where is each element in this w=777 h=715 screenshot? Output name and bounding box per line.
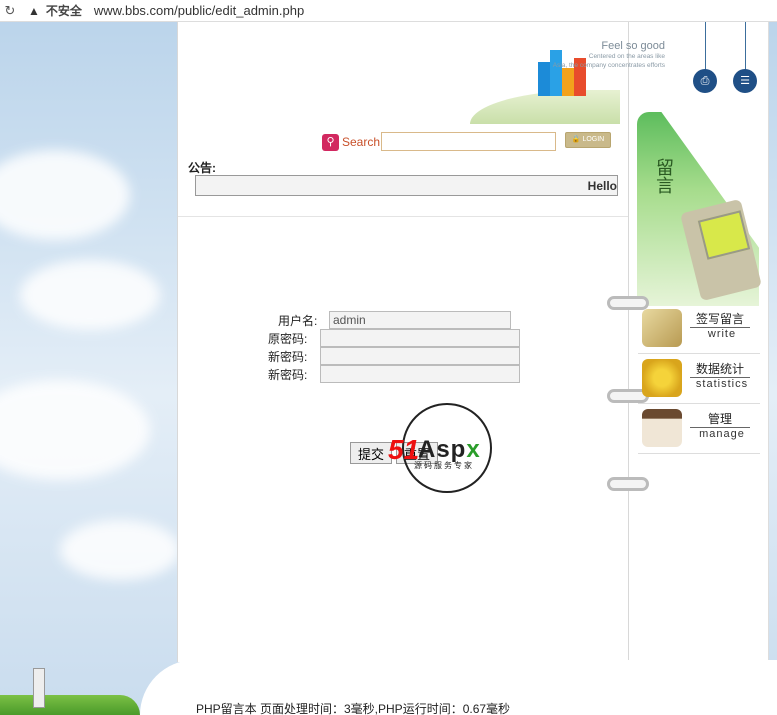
insecure-label: 不安全 [45, 4, 82, 18]
sidebar-item-sublabel: manage [699, 428, 745, 440]
notice-label: 公告: [188, 161, 216, 175]
username-label: 用户名: [278, 314, 318, 328]
binder-ring [607, 477, 649, 491]
sidebar-item-sublabel: statistics [695, 378, 749, 390]
pin-line [745, 22, 746, 70]
notice-text: Hello [587, 179, 617, 193]
watermark-asp: Asp [418, 436, 467, 463]
watermark-x: x [466, 436, 481, 463]
url-text[interactable]: www.bbs.com/public/edit_admin.php [94, 3, 304, 18]
old-password-label: 原密码: [268, 332, 308, 346]
tagline: Feel so good Centered on the areas like … [553, 40, 665, 70]
login-label: LOGIN [582, 136, 605, 143]
warning-icon: ▲ [28, 3, 40, 18]
confirm-password-field[interactable] [320, 365, 520, 383]
footer-text: PHP留言本 页面处理时间：3毫秒,PHP运行时间：0.67毫秒 [196, 702, 511, 715]
confirm-password-label: 新密码: [268, 368, 308, 382]
print-icon[interactable]: ⎙ [693, 69, 717, 93]
tagline-title: Feel so good [601, 40, 665, 52]
sidebar-item-label: 数据统计 [690, 360, 750, 378]
new-password-label: 新密码: [268, 350, 308, 364]
watermark-subtitle: 源码服务专家 [414, 461, 474, 470]
search-icon[interactable]: ⚲ [322, 134, 339, 151]
tagline-line-3: Asia, the company concentrates efforts [552, 62, 665, 69]
pin-line [705, 22, 706, 70]
banner-text: 留言 [653, 158, 674, 194]
sidebar-item-write[interactable]: 签写留言 write [638, 304, 760, 354]
tagline-line-2: Centered on the areas like [588, 53, 665, 60]
cloud [60, 520, 180, 580]
browser-address-bar[interactable]: ↻ ▲ 不安全 www.bbs.com/public/edit_admin.ph… [0, 0, 777, 22]
lock-icon: 🔒 [571, 136, 581, 143]
search-input[interactable] [381, 132, 556, 151]
login-button[interactable]: 🔒 LOGIN [565, 132, 611, 148]
grass-graphic [0, 695, 140, 715]
list-icon[interactable]: ☰ [733, 69, 757, 93]
gears-icon [642, 359, 682, 397]
sidebar-item-label: 管理 [690, 410, 750, 428]
sidebar-item-label: 签写留言 [690, 310, 750, 328]
sidebar-item-manage[interactable]: 管理 manage [638, 404, 760, 454]
cloud [0, 150, 130, 240]
lighthouse-icon [33, 668, 45, 708]
cloud [0, 380, 150, 480]
person-icon [642, 409, 682, 447]
divider [178, 216, 628, 217]
reload-icon[interactable]: ↻ [0, 3, 20, 19]
submit-button[interactable]: 提交 [350, 442, 392, 464]
username-field[interactable] [329, 311, 511, 329]
cloud [20, 260, 160, 330]
sidebar-item-statistics[interactable]: 数据统计 statistics [638, 354, 760, 404]
notice-marquee: Hello [195, 175, 618, 196]
sidebar-item-sublabel: write [707, 328, 737, 340]
old-password-field[interactable] [320, 329, 520, 347]
new-password-field[interactable] [320, 347, 520, 365]
notebook-icon [642, 309, 682, 347]
search-label: Search [342, 135, 381, 149]
